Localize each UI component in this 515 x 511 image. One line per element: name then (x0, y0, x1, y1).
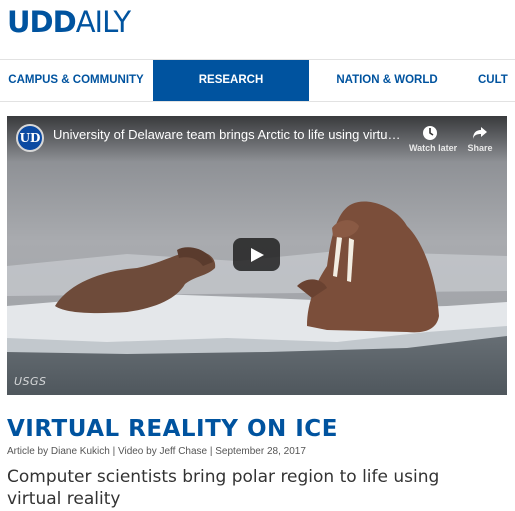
share-button[interactable]: Share (459, 122, 501, 153)
share-label: Share (467, 143, 493, 153)
udaily-logo[interactable]: UDDAILY (7, 4, 131, 40)
site-header: UDDAILY (0, 0, 515, 45)
article-byline: Article by Diane Kukich | Video by Jeff … (7, 446, 306, 457)
main-nav: CAMPUS & COMMUNITY RESEARCH NATION & WOR… (0, 59, 515, 102)
video-player[interactable]: UD University of Delaware team brings Ar… (7, 116, 507, 395)
clock-icon (409, 122, 451, 142)
watch-later-button[interactable]: Watch later (409, 122, 458, 153)
share-icon (459, 122, 501, 142)
channel-logo-icon[interactable]: UD (16, 124, 44, 152)
video-title[interactable]: University of Delaware team brings Arcti… (53, 127, 405, 142)
nav-item-campus-community[interactable]: CAMPUS & COMMUNITY (0, 60, 152, 101)
play-icon[interactable] (233, 238, 280, 271)
nav-item-nation-world[interactable]: NATION & WORLD (310, 60, 464, 101)
logo-d: D (52, 5, 77, 39)
nav-item-research[interactable]: RESEARCH (153, 60, 309, 101)
watch-later-label: Watch later (409, 143, 458, 153)
video-watermark: USGS (14, 375, 47, 388)
logo-daily: AILY (75, 5, 131, 39)
article-subhead: Computer scientists bring polar region t… (7, 467, 440, 509)
nav-item-culture[interactable]: CULT (478, 60, 515, 101)
logo-ud: UD (7, 5, 54, 39)
article-headline: VIRTUAL REALITY ON ICE (7, 416, 338, 442)
